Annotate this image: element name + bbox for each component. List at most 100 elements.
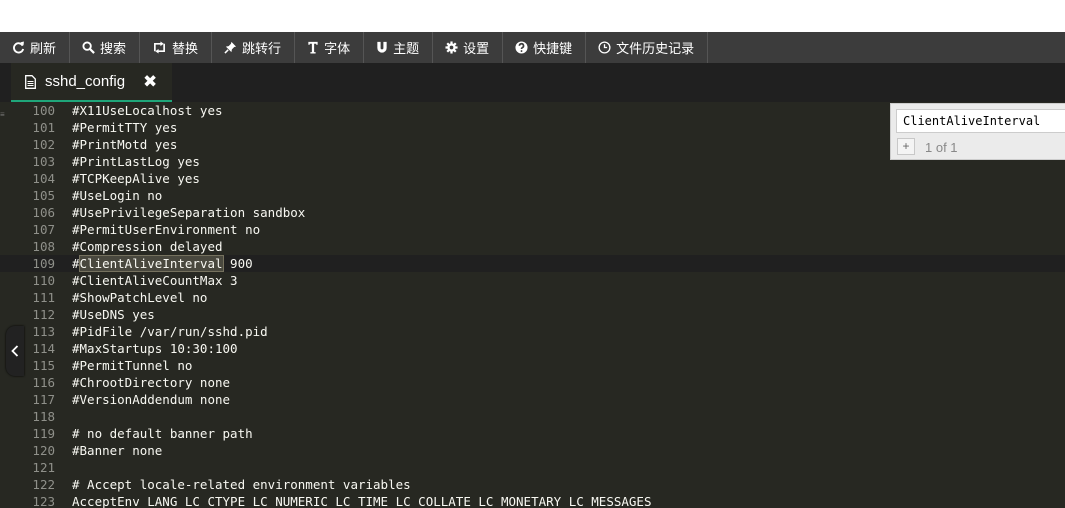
- line-text: AcceptEnv LANG LC_CTYPE LC_NUMERIC LC_TI…: [72, 494, 652, 508]
- line-text: #PermitUserEnvironment no: [72, 222, 261, 237]
- goto-line-button[interactable]: 跳转行: [212, 32, 296, 63]
- line-number: 100: [32, 103, 55, 118]
- code-line[interactable]: 106 #UsePrivilegeSeparation sandbox: [0, 204, 1065, 221]
- theme-label: 主题: [393, 41, 420, 56]
- search-button[interactable]: 搜索: [70, 32, 141, 63]
- refresh-button[interactable]: 刷新: [0, 32, 71, 63]
- line-number: 120: [32, 443, 55, 458]
- gear-icon: [445, 41, 458, 54]
- line-text: #ClientAliveInterval 900: [72, 255, 253, 272]
- code-line[interactable]: 104 #TCPKeepAlive yes: [0, 170, 1065, 187]
- line-number: 107: [32, 222, 55, 237]
- search-icon: [82, 41, 95, 54]
- line-text: #PermitTTY yes: [72, 120, 178, 135]
- line-text: #UseLogin no: [72, 188, 163, 203]
- search-label: 搜索: [100, 41, 127, 56]
- line-text: #PrintLastLog yes: [72, 154, 200, 169]
- settings-button[interactable]: 设置: [433, 32, 504, 63]
- line-number: 118: [32, 409, 55, 424]
- code-editor[interactable]: 100 #X11UseLocalhost yes 101 #PermitTTY yes…: [0, 102, 1065, 508]
- code-line[interactable]: 109 #ClientAliveInterval 900: [0, 255, 1065, 272]
- font-label: 字体: [324, 41, 351, 56]
- font-icon: [308, 41, 318, 54]
- tab-bar: sshd_config ✖: [0, 63, 1065, 102]
- line-number: 108: [32, 239, 55, 254]
- font-button[interactable]: 字体: [295, 32, 365, 63]
- goto-line-label: 跳转行: [242, 41, 282, 56]
- line-number: 105: [32, 188, 55, 203]
- code-line[interactable]: 119 # no default banner path: [0, 425, 1065, 442]
- replace-icon: [154, 41, 166, 54]
- file-icon: [25, 74, 36, 89]
- code-line[interactable]: 121: [0, 459, 1065, 476]
- left-edge-marker: ≡: [0, 110, 5, 119]
- search-options-toggle[interactable]: +: [897, 138, 915, 155]
- code-line[interactable]: 114 #MaxStartups 10:30:100: [0, 340, 1065, 357]
- clock-icon: [598, 41, 611, 54]
- code-line[interactable]: 107 #PermitUserEnvironment no: [0, 221, 1065, 238]
- code-line[interactable]: 105 #UseLogin no: [0, 187, 1065, 204]
- magnet-icon: [377, 41, 387, 53]
- line-text: #PermitTunnel no: [72, 358, 193, 373]
- line-text: #PidFile /var/run/sshd.pid: [72, 324, 268, 339]
- line-number: 123: [32, 494, 55, 508]
- line-number: 119: [32, 426, 55, 441]
- line-text: #ChrootDirectory none: [72, 375, 231, 390]
- search-panel: + 1 of 1: [890, 103, 1065, 160]
- line-number: 110: [32, 273, 55, 288]
- tab-close-button[interactable]: ✖: [143, 72, 157, 92]
- code-line[interactable]: 118: [0, 408, 1065, 425]
- search-input[interactable]: [896, 109, 1065, 133]
- theme-button[interactable]: 主题: [364, 32, 434, 63]
- line-text: #MaxStartups 10:30:100: [72, 341, 238, 356]
- code-line[interactable]: 122 # Accept locale-related environment v…: [0, 476, 1065, 493]
- replace-label: 替换: [172, 41, 199, 56]
- shortcuts-label: 快捷键: [533, 41, 573, 56]
- line-number: 112: [32, 307, 55, 322]
- search-highlight: ClientAliveInterval: [78, 255, 224, 272]
- code-line[interactable]: 110 #ClientAliveCountMax 3: [0, 272, 1065, 289]
- line-text: #ShowPatchLevel no: [72, 290, 208, 305]
- line-number: 109: [32, 256, 55, 271]
- line-text: # Accept locale-related environment vari…: [72, 477, 411, 492]
- refresh-label: 刷新: [30, 41, 57, 56]
- replace-button[interactable]: 替换: [140, 32, 213, 63]
- line-number: 103: [32, 154, 55, 169]
- code-line[interactable]: 108 #Compression delayed: [0, 238, 1065, 255]
- shortcuts-button[interactable]: 快捷键: [503, 32, 587, 63]
- help-icon: [515, 41, 528, 54]
- line-number: 101: [32, 120, 55, 135]
- code-line[interactable]: 120 #Banner none: [0, 442, 1065, 459]
- line-number: 117: [32, 392, 55, 407]
- line-text: #TCPKeepAlive yes: [72, 171, 200, 186]
- chevron-left-icon: [11, 345, 19, 357]
- collapse-panel-button[interactable]: [6, 326, 24, 376]
- tab-title: sshd_config: [45, 73, 126, 90]
- line-text: #PrintMotd yes: [72, 137, 178, 152]
- code-line[interactable]: 123 AcceptEnv LANG LC_CTYPE LC_NUMERIC LC…: [0, 493, 1065, 508]
- code-line[interactable]: 112 #UseDNS yes: [0, 306, 1065, 323]
- line-number: 111: [32, 290, 55, 305]
- line-number: 102: [32, 137, 55, 152]
- settings-label: 设置: [463, 41, 490, 56]
- toolbar: 刷新 搜索 替换 跳转行 字体 主题 设置 快捷键 文件历史记录: [0, 32, 1065, 63]
- line-text: #Banner none: [72, 443, 163, 458]
- file-history-button[interactable]: 文件历史记录: [586, 32, 709, 63]
- tab-sshd-config[interactable]: sshd_config ✖: [11, 63, 172, 102]
- code-line[interactable]: 116 #ChrootDirectory none: [0, 374, 1065, 391]
- line-number: 121: [32, 460, 55, 475]
- code-line[interactable]: 113 #PidFile /var/run/sshd.pid: [0, 323, 1065, 340]
- line-text: #X11UseLocalhost yes: [72, 103, 223, 118]
- line-text: #VersionAddendum none: [72, 392, 231, 407]
- line-text: #ClientAliveCountMax 3: [72, 273, 238, 288]
- code-line[interactable]: 111 #ShowPatchLevel no: [0, 289, 1065, 306]
- code-line[interactable]: 115 #PermitTunnel no: [0, 357, 1065, 374]
- code-line[interactable]: 117 #VersionAddendum none: [0, 391, 1065, 408]
- search-match-count: 1 of 1: [925, 140, 958, 155]
- refresh-icon: [13, 41, 25, 54]
- file-history-label: 文件历史记录: [616, 41, 695, 56]
- line-text: # no default banner path: [72, 426, 253, 441]
- line-text: #Compression delayed: [72, 239, 223, 254]
- line-number: 122: [32, 477, 55, 492]
- line-text: #UsePrivilegeSeparation sandbox: [72, 205, 306, 220]
